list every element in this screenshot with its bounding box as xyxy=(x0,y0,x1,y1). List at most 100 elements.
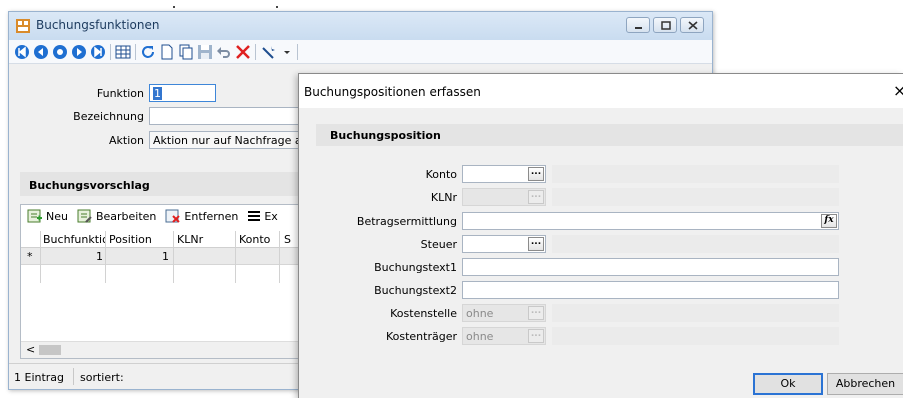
kostenstelle-label: Kostenstelle xyxy=(390,307,457,320)
remove-row-icon xyxy=(165,209,181,223)
buchungstext2-label: Buchungstext2 xyxy=(374,284,457,297)
save-icon[interactable] xyxy=(197,44,213,60)
kostentraeger-description xyxy=(552,327,839,345)
next-record-icon[interactable] xyxy=(71,44,87,60)
grid-divider xyxy=(279,231,280,283)
edit-row-icon xyxy=(77,209,92,223)
steuer-lookup-button[interactable]: ... xyxy=(528,237,544,251)
horizontal-scrollbar[interactable]: < xyxy=(21,341,319,358)
last-record-icon[interactable] xyxy=(90,44,106,60)
previous-record-icon[interactable] xyxy=(33,44,49,60)
buchungstext1-input[interactable] xyxy=(462,258,839,276)
steuer-input[interactable]: ... xyxy=(462,235,546,253)
konto-description xyxy=(552,165,839,183)
status-divider xyxy=(73,368,74,385)
add-row-icon xyxy=(27,209,42,223)
menu-icon xyxy=(248,211,261,221)
column-header[interactable]: KLNr xyxy=(177,233,232,246)
scrollbar-thumb[interactable] xyxy=(39,345,61,355)
current-record-icon[interactable] xyxy=(52,44,68,60)
wand-icon[interactable] xyxy=(261,44,277,60)
entfernen-button[interactable]: Entfernen xyxy=(165,208,238,224)
section-buchungsposition: Buchungsposition xyxy=(316,124,903,146)
delete-icon[interactable] xyxy=(235,44,251,60)
close-icon xyxy=(688,21,698,30)
sort-label: sortiert: xyxy=(80,371,124,384)
new-row-marker: * xyxy=(27,250,33,263)
klnr-input: ... xyxy=(462,188,546,206)
column-header[interactable]: Position xyxy=(109,233,169,246)
entfernen-label: Entfernen xyxy=(184,209,239,223)
kostentraeger-value: ohne xyxy=(466,330,494,343)
toolbar-separator xyxy=(110,44,111,60)
column-header[interactable]: Konto xyxy=(239,233,279,246)
funktion-label: Funktion xyxy=(96,87,144,100)
extras-button[interactable]: Ex xyxy=(247,209,278,223)
dialog-close-icon[interactable]: × xyxy=(893,81,903,100)
klnr-description xyxy=(552,188,839,206)
funktion-value: 1 xyxy=(153,87,162,100)
toolbar xyxy=(9,40,712,64)
klnr-lookup-button: ... xyxy=(528,190,544,204)
new-document-icon[interactable] xyxy=(159,44,175,60)
buchungstext2-input[interactable] xyxy=(462,281,839,299)
grid-divider xyxy=(105,231,106,283)
kostentraeger-input: ohne ... xyxy=(462,327,546,345)
aktion-value: Aktion nur auf Nachfrage au xyxy=(153,134,309,147)
maximize-button[interactable] xyxy=(653,17,677,33)
scroll-left-icon[interactable]: < xyxy=(26,343,35,356)
undo-icon[interactable] xyxy=(216,44,232,60)
formula-icon[interactable]: fx xyxy=(821,214,837,228)
title-bar[interactable]: Buchungsfunktionen xyxy=(9,12,712,40)
copy-icon[interactable] xyxy=(178,44,194,60)
toolbar-separator xyxy=(135,44,136,60)
first-record-icon[interactable] xyxy=(14,44,30,60)
neu-button[interactable]: Neu xyxy=(27,208,68,224)
kostenstelle-value: ohne xyxy=(466,307,494,320)
close-button[interactable] xyxy=(680,17,704,33)
minimize-button[interactable] xyxy=(626,17,650,33)
kostentraeger-lookup-button: ... xyxy=(528,329,544,343)
konto-input[interactable]: ... xyxy=(462,165,546,183)
betragsermittlung-label: Betragsermittlung xyxy=(356,215,457,228)
record-count: 1 Eintrag xyxy=(14,371,65,384)
cancel-button[interactable]: Abbrechen xyxy=(827,373,903,395)
table-row[interactable]: * 1 1 xyxy=(21,248,319,265)
konto-lookup-button[interactable]: ... xyxy=(528,167,544,181)
dialog-body: Buchungsposition Konto ... KLNr ... Betr… xyxy=(299,108,903,398)
neu-label: Neu xyxy=(46,209,68,223)
ok-button[interactable]: Ok xyxy=(753,373,823,395)
steuer-description xyxy=(552,235,839,253)
grid-divider xyxy=(40,231,41,283)
maximize-icon xyxy=(661,21,671,30)
betragsermittlung-input[interactable]: fx xyxy=(462,212,839,230)
kostentraeger-label: Kostenträger xyxy=(385,330,457,343)
column-header[interactable]: Buchfunktio xyxy=(43,233,105,246)
aktion-label: Aktion xyxy=(109,134,144,147)
klnr-label: KLNr xyxy=(430,191,457,204)
aktion-select[interactable]: Aktion nur auf Nachfrage au xyxy=(149,131,309,149)
kostenstelle-lookup-button: ... xyxy=(528,306,544,320)
minimize-icon xyxy=(635,27,642,29)
bezeichnung-input[interactable] xyxy=(149,107,309,125)
toolbar-separator xyxy=(255,44,256,60)
bearbeiten-label: Bearbeiten xyxy=(95,209,157,223)
dialog-title-bar[interactable]: Buchungspositionen erfassen × xyxy=(299,74,903,108)
buchungstext1-label: Buchungstext1 xyxy=(374,261,457,274)
buchungspositionen-dialog: Buchungspositionen erfassen × Buchungspo… xyxy=(298,73,903,398)
grid-toolbar: Neu Bearbeiten Entfernen Ex xyxy=(21,205,319,227)
refresh-icon[interactable] xyxy=(140,44,156,60)
pixel-artifact xyxy=(276,6,278,8)
dialog-title: Buchungspositionen erfassen xyxy=(304,85,481,99)
cell-position[interactable]: 1 xyxy=(109,250,169,263)
kostenstelle-description xyxy=(552,304,839,322)
cell-buchfunktion[interactable]: 1 xyxy=(43,250,103,263)
grid-header: Buchfunktio Position KLNr Konto S xyxy=(21,231,319,248)
kostenstelle-input: ohne ... xyxy=(462,304,546,322)
chevron-down-icon[interactable] xyxy=(279,44,295,60)
table-view-icon[interactable] xyxy=(115,44,131,60)
funktion-input[interactable]: 1 xyxy=(149,84,216,102)
pixel-artifact xyxy=(173,6,175,8)
bearbeiten-button[interactable]: Bearbeiten xyxy=(77,208,156,224)
konto-label: Konto xyxy=(425,168,457,181)
